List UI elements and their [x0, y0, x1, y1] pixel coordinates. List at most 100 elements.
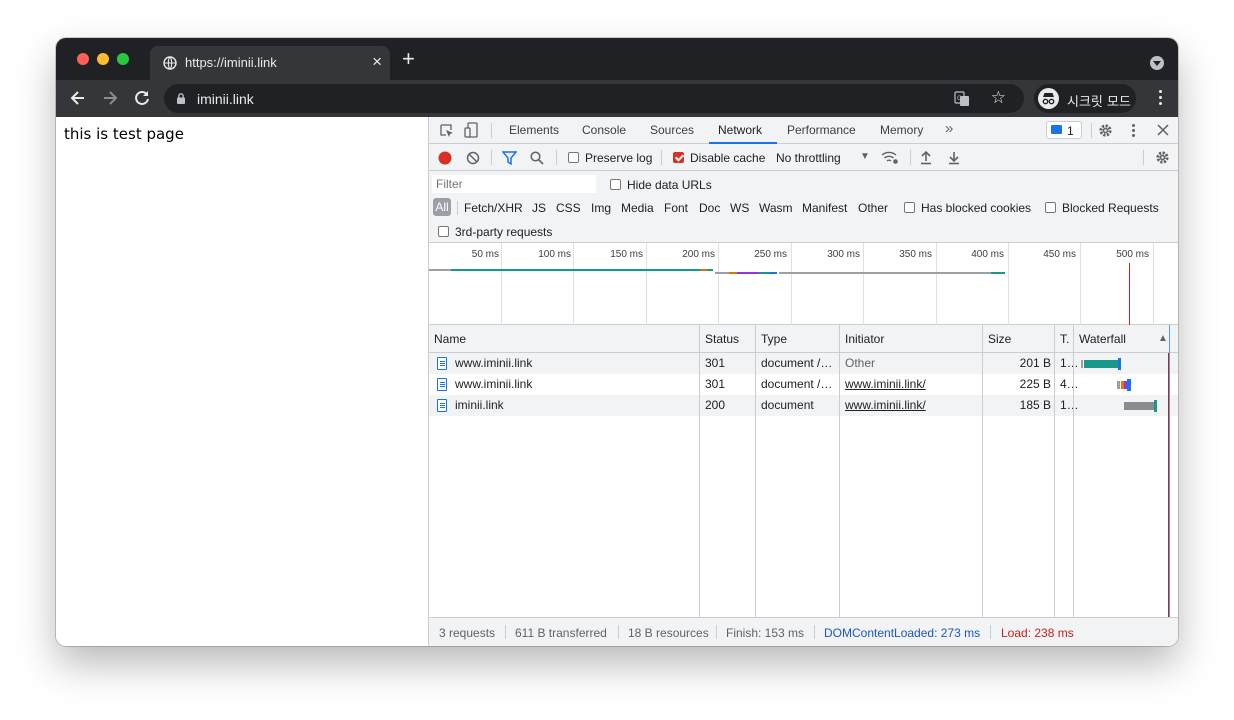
column-header-type[interactable]: Type	[761, 332, 787, 346]
preserve-log-checkbox[interactable]	[568, 152, 579, 163]
tab-elements[interactable]: Elements	[509, 123, 559, 137]
tab-search-icon[interactable]	[1150, 56, 1164, 70]
table-row[interactable]: iminii.link 200 document www.iminii.link…	[429, 395, 1178, 416]
inspect-element-icon[interactable]	[439, 123, 454, 138]
divider	[491, 123, 492, 138]
table-row[interactable]: www.iminii.link 301 document /… Other 20…	[429, 353, 1178, 374]
column-divider[interactable]	[1073, 325, 1074, 617]
maximize-window-button[interactable]	[117, 53, 129, 65]
close-devtools-icon[interactable]	[1157, 124, 1169, 136]
type-filter-all[interactable]: All	[433, 198, 451, 216]
settings-gear-icon[interactable]	[1098, 123, 1113, 138]
type-filter-manifest[interactable]: Manifest	[802, 201, 847, 215]
filter-input[interactable]	[432, 175, 596, 193]
issues-count: 1	[1067, 124, 1074, 138]
tab-performance[interactable]: Performance	[787, 123, 856, 137]
issues-icon	[1051, 125, 1062, 134]
sort-ascending-icon[interactable]: ▲	[1158, 333, 1168, 344]
column-divider[interactable]	[982, 325, 983, 617]
device-toolbar-icon[interactable]	[464, 122, 479, 138]
type-filter-wasm[interactable]: Wasm	[759, 201, 793, 215]
overview-tick-label: 350 ms	[899, 249, 932, 260]
type-filter-media[interactable]: Media	[621, 201, 654, 215]
more-tabs-button[interactable]: »	[945, 120, 953, 137]
column-divider[interactable]	[699, 325, 700, 617]
minimize-window-button[interactable]	[97, 53, 109, 65]
request-size: 201 B	[1019, 356, 1051, 370]
divider	[1091, 123, 1092, 138]
translate-icon[interactable]: G	[954, 91, 970, 107]
browser-menu-icon[interactable]	[1159, 90, 1163, 108]
record-icon[interactable]	[438, 151, 452, 165]
type-filter-font[interactable]: Font	[664, 201, 688, 215]
network-settings-gear-icon[interactable]	[1155, 150, 1170, 165]
request-time: 1…	[1060, 356, 1078, 370]
column-divider[interactable]	[839, 325, 840, 617]
has-blocked-cookies-checkbox[interactable]	[904, 202, 915, 213]
tab-title: https://iminii.link	[185, 55, 277, 70]
filter-funnel-icon[interactable]	[502, 151, 517, 165]
type-filter-other[interactable]: Other	[858, 201, 888, 215]
column-header-initiator[interactable]: Initiator	[845, 332, 884, 346]
import-har-icon[interactable]	[920, 150, 932, 165]
column-divider[interactable]	[1054, 325, 1055, 617]
overview-tick-label: 300 ms	[827, 249, 860, 260]
has-blocked-cookies-label: Has blocked cookies	[921, 201, 1032, 215]
column-header-size[interactable]: Size	[988, 332, 1011, 346]
clear-icon[interactable]	[466, 151, 480, 165]
disable-cache-checkbox[interactable]	[673, 152, 684, 163]
overview-request-bar	[991, 272, 1005, 274]
column-header-waterfall[interactable]: Waterfall	[1079, 332, 1126, 346]
table-header: Name Status Type Initiator Size T. Water…	[429, 325, 1178, 353]
load-event-marker	[1129, 263, 1130, 325]
table-row[interactable]: www.iminii.link 301 document /… www.imin…	[429, 374, 1178, 395]
request-initiator-link[interactable]: www.iminii.link/	[845, 398, 926, 412]
type-filter-js[interactable]: JS	[532, 201, 546, 215]
third-party-requests-checkbox[interactable]	[438, 226, 449, 237]
type-filter-fetch-xhr[interactable]: Fetch/XHR	[464, 201, 523, 215]
address-bar[interactable]: iminii.link G ☆	[164, 84, 1024, 113]
devtools-menu-icon[interactable]	[1132, 124, 1135, 137]
hide-data-urls-checkbox[interactable]	[610, 179, 621, 190]
network-conditions-icon[interactable]	[881, 150, 899, 165]
overview-tick-label: 150 ms	[610, 249, 643, 260]
close-window-button[interactable]	[77, 53, 89, 65]
type-filter-ws[interactable]: WS	[730, 201, 749, 215]
throttling-select[interactable]: No throttling	[776, 151, 841, 165]
column-header-time[interactable]: T.	[1060, 332, 1069, 346]
overview-gridline	[718, 243, 719, 325]
type-filter-doc[interactable]: Doc	[699, 201, 720, 215]
blocked-requests-checkbox[interactable]	[1045, 202, 1056, 213]
request-name: www.iminii.link	[455, 377, 533, 391]
document-icon	[437, 378, 447, 391]
tab-sources[interactable]: Sources	[650, 123, 694, 137]
finish-time: Finish: 153 ms	[726, 626, 805, 640]
incognito-profile-button[interactable]: 시크릿 모드	[1034, 84, 1136, 113]
search-icon[interactable]	[530, 151, 544, 165]
export-har-icon[interactable]	[948, 150, 960, 165]
column-divider[interactable]	[755, 325, 756, 617]
new-tab-button[interactable]: +	[402, 48, 415, 70]
reload-icon[interactable]	[132, 88, 152, 108]
tab-network[interactable]: Network	[718, 123, 762, 137]
tab-console[interactable]: Console	[582, 123, 626, 137]
issues-badge[interactable]: 1	[1046, 121, 1082, 139]
document-icon	[437, 399, 447, 412]
back-arrow-icon[interactable]	[68, 88, 88, 108]
request-table: Name Status Type Initiator Size T. Water…	[429, 325, 1178, 617]
type-filter-css[interactable]: CSS	[556, 201, 581, 215]
column-header-status[interactable]: Status	[705, 332, 739, 346]
request-initiator-link[interactable]: www.iminii.link/	[845, 377, 926, 391]
column-header-name[interactable]: Name	[434, 332, 466, 346]
request-status: 301	[705, 377, 726, 391]
request-size: 185 B	[1019, 398, 1051, 412]
browser-tab[interactable]: https://iminii.link ×	[150, 46, 390, 80]
divider	[556, 150, 557, 165]
forward-arrow-icon[interactable]	[100, 88, 120, 108]
tab-memory[interactable]: Memory	[880, 123, 923, 137]
overview-request-bar	[451, 269, 701, 271]
close-tab-icon[interactable]: ×	[372, 52, 382, 72]
throttling-dropdown-arrow-icon[interactable]: ▼	[860, 151, 870, 162]
type-filter-img[interactable]: Img	[591, 201, 611, 215]
bookmark-star-icon[interactable]: ☆	[991, 88, 1006, 108]
